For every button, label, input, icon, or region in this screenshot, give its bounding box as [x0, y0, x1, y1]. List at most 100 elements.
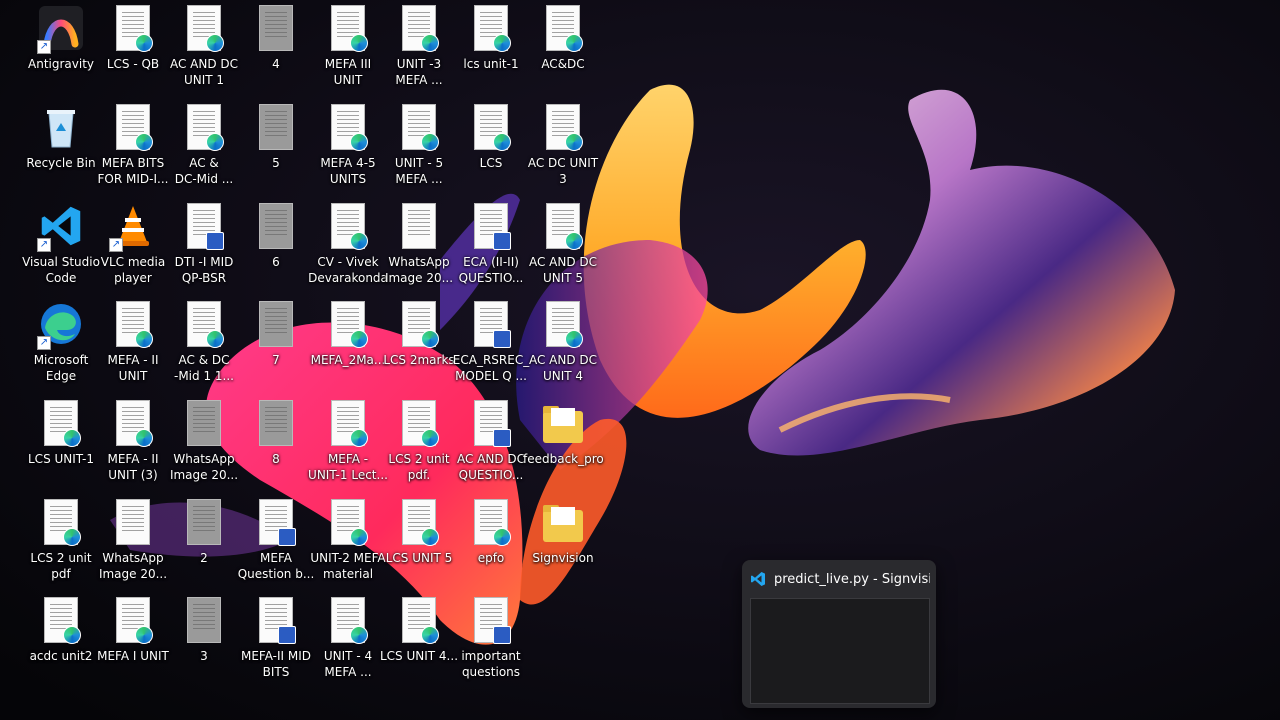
file-thumbnail: [331, 203, 368, 250]
desktop-icon[interactable]: AC AND DC UNIT 5: [527, 202, 599, 286]
desktop-icon[interactable]: ECA_RSREC_ MODEL Q ...: [453, 300, 529, 384]
desktop-icon[interactable]: acdc unit2: [25, 596, 97, 664]
desktop-icon[interactable]: LCS 2marks: [383, 300, 455, 368]
desktop-icon[interactable]: Signvision: [527, 498, 599, 566]
image-file-icon: [397, 202, 441, 250]
desktop-icon[interactable]: AC DC UNIT 3: [527, 103, 599, 187]
desktop-icon[interactable]: 8: [240, 399, 312, 467]
desktop-icon[interactable]: ECA (II-II) QUESTIO...: [455, 202, 527, 286]
desktop-icon[interactable]: 2: [168, 498, 240, 566]
file-thumbnail: [402, 203, 436, 249]
desktop-icon-label: Signvision: [532, 551, 594, 565]
desktop-icon[interactable]: WhatsApp Image 20...: [383, 202, 455, 286]
desktop-icon[interactable]: MEFA - II UNIT (3): [97, 399, 169, 483]
desktop-icon[interactable]: AC AND DC QUESTIO...: [455, 399, 527, 483]
desktop-icon[interactable]: CV - Vivek Devarakonda: [308, 202, 388, 286]
file-thumbnail: [402, 104, 439, 151]
desktop-icon-label: LCS UNIT 4...: [379, 649, 459, 663]
edge-pdf-icon: [135, 133, 153, 151]
window-preview-thumbnail[interactable]: [750, 598, 930, 704]
image-file-icon: [254, 202, 298, 250]
file-thumbnail: [116, 597, 153, 644]
desktop-icon[interactable]: UNIT -3 MEFA ...: [383, 4, 455, 88]
desktop-icon[interactable]: UNIT - 5 MEFA ...: [383, 103, 455, 187]
desktop-icon[interactable]: Recycle Bin: [25, 103, 97, 171]
desktop-icon[interactable]: LCS: [455, 103, 527, 171]
desktop-icon[interactable]: UNIT-2 MEFA material: [310, 498, 386, 582]
desktop-icon[interactable]: LCS UNIT 4...: [380, 596, 458, 664]
desktop-icon[interactable]: ↗ Antigravity: [25, 4, 97, 72]
desktop-icon[interactable]: LCS UNIT 5: [383, 498, 455, 566]
desktop-icon-label: 8: [272, 452, 280, 466]
desktop-icon[interactable]: MEFA I UNIT: [97, 596, 169, 664]
desktop-icon[interactable]: AC & DC -Mid 1 1...: [168, 300, 240, 384]
desktop-icon[interactable]: 4: [240, 4, 312, 72]
desktop-icon[interactable]: AC AND DC UNIT 1: [168, 4, 240, 88]
desktop-icon[interactable]: ↗ VLC media player: [97, 202, 169, 286]
word-icon: [493, 232, 511, 250]
desktop-icon[interactable]: MEFA-II MID BITS: [240, 596, 312, 680]
desktop-icon[interactable]: MEFA_2Ma...: [311, 300, 385, 368]
desktop-icon[interactable]: MEFA - II UNIT: [97, 300, 169, 384]
edge-pdf-icon: [421, 626, 439, 644]
desktop-icon[interactable]: MEFA Question b...: [238, 498, 314, 582]
edge-pdf-icon: [350, 528, 368, 546]
desktop-icon[interactable]: LCS 2 unit pdf: [25, 498, 97, 582]
desktop-icon[interactable]: LCS - QB: [97, 4, 169, 72]
desktop-icon-label: MEFA-II MID BITS: [240, 649, 312, 679]
desktop-icon-label: UNIT - 5 MEFA ...: [394, 156, 444, 186]
file-thumbnail: [259, 400, 293, 446]
desktop-icon[interactable]: lcs unit-1: [455, 4, 527, 72]
pdf-file-icon: [326, 103, 370, 151]
desktop-icon-label: LCS - QB: [106, 57, 160, 71]
desktop-icon-label: 5: [272, 156, 280, 170]
desktop-icon[interactable]: MEFA - UNIT-1 Lect...: [308, 399, 388, 483]
desktop-icon[interactable]: 3: [168, 596, 240, 664]
edge-pdf-icon: [493, 133, 511, 151]
desktop-icon[interactable]: WhatsApp Image 20...: [97, 498, 169, 582]
desktop-icon[interactable]: important questions: [455, 596, 527, 680]
desktop-icon-label: AC&DC: [541, 57, 585, 71]
desktop-icon[interactable]: UNIT - 4 MEFA ...: [312, 596, 384, 680]
desktop-icon[interactable]: MEFA BITS FOR MID-I...: [97, 103, 169, 187]
desktop-icon[interactable]: MEFA 4-5 UNITS: [312, 103, 384, 187]
desktop-icon[interactable]: 5: [240, 103, 312, 171]
desktop-icon[interactable]: AC&DC: [527, 4, 599, 72]
taskbar-window-preview[interactable]: predict_live.py - Signvisi...: [742, 560, 936, 708]
file-thumbnail: [331, 400, 368, 447]
desktop-icon-label: MEFA III UNIT: [324, 57, 372, 87]
file-thumbnail: [546, 203, 583, 250]
desktop-icon[interactable]: ↗ Microsoft Edge: [25, 300, 97, 384]
file-thumbnail: [116, 5, 153, 52]
pdf-file-icon: [541, 103, 585, 151]
desktop-icon[interactable]: LCS 2 unit pdf.: [383, 399, 455, 483]
desktop-icon[interactable]: AC AND DC UNIT 4: [527, 300, 599, 384]
desktop-icon-label: ECA_RSREC_ MODEL Q ...: [452, 353, 530, 383]
desktop-icon[interactable]: epfo: [455, 498, 527, 566]
desktop-icon[interactable]: DTI -I MID QP-BSR: [168, 202, 240, 286]
desktop-icon[interactable]: WhatsApp Image 20...: [168, 399, 240, 483]
pdf-file-icon: [397, 596, 441, 644]
desktop-icon[interactable]: LCS UNIT-1: [25, 399, 97, 467]
file-thumbnail: [44, 499, 81, 546]
desktop-icon[interactable]: 7: [240, 300, 312, 368]
desktop-icon-label: AC AND DC UNIT 4: [528, 353, 598, 383]
desktop-icon-label: WhatsApp Image 20...: [98, 551, 168, 581]
desktop-icon-label: ECA (II-II) QUESTIO...: [458, 255, 524, 285]
desktop-icon[interactable]: MEFA III UNIT: [312, 4, 384, 88]
edge-pdf-icon: [63, 429, 81, 447]
desktop-icon-label: LCS 2 unit pdf.: [388, 452, 450, 482]
window-preview-title[interactable]: predict_live.py - Signvisi...: [750, 570, 930, 588]
desktop-icon[interactable]: AC & DC-Mid ...: [168, 103, 240, 187]
edge-pdf-icon: [421, 34, 439, 52]
edge-pdf-icon: [565, 34, 583, 52]
desktop-icon[interactable]: ↗ Visual Studio Code: [22, 202, 100, 286]
file-thumbnail: [474, 597, 511, 644]
word-document-icon: [469, 399, 513, 447]
file-thumbnail: [331, 104, 368, 151]
desktop-icon-label: LCS 2 unit pdf: [30, 551, 92, 581]
desktop-icon[interactable]: feedback_pro: [523, 399, 604, 467]
pdf-file-icon: [326, 4, 370, 52]
file-thumbnail: [259, 597, 296, 644]
desktop-icon[interactable]: 6: [240, 202, 312, 270]
